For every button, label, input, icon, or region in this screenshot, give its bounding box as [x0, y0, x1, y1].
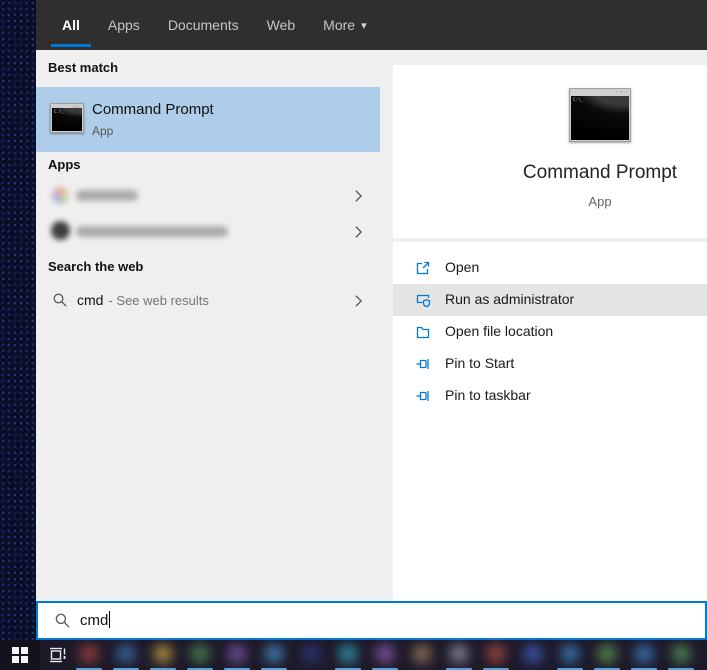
tab-web[interactable]: Web	[253, 0, 310, 50]
action-label: Run as administrator	[445, 291, 574, 307]
desktop-wallpaper	[0, 0, 36, 640]
run-as-admin-shield-icon	[415, 292, 431, 308]
blurred-colorful-app-icon	[52, 187, 69, 204]
taskbar-app-icon-blurred[interactable]	[668, 642, 694, 668]
pin-icon	[415, 388, 431, 404]
best-match-title: Command Prompt	[92, 101, 214, 118]
windows-logo-icon	[12, 647, 28, 663]
taskbar-app-icon-blurred[interactable]	[298, 642, 324, 668]
tab-all[interactable]: All	[48, 0, 94, 50]
web-search-query: cmd	[77, 292, 103, 308]
taskbar-app-icon-blurred[interactable]	[483, 642, 509, 668]
taskbar-app-icon-blurred[interactable]	[372, 642, 398, 668]
tab-label: All	[62, 17, 80, 33]
pin-icon	[415, 356, 431, 372]
redacted-app-label	[76, 190, 138, 201]
result-filter-tabs: All Apps Documents Web More ▾	[36, 0, 707, 50]
action-open[interactable]: Open	[393, 252, 707, 284]
taskbar-app-icon-blurred[interactable]	[261, 642, 287, 668]
best-match-section-label: Best match	[48, 60, 118, 75]
app-actions-card: Open Run as administrator Open file locati…	[393, 242, 707, 601]
action-label: Pin to taskbar	[445, 387, 531, 403]
web-search-hint: - See web results	[108, 293, 208, 308]
results-panel: Best match ▪▪▫ C:\_ Command Prompt App A…	[36, 50, 380, 601]
taskbar-app-icon-blurred[interactable]	[409, 642, 435, 668]
preview-app-title: Command Prompt	[493, 162, 707, 184]
blurred-dark-app-icon	[51, 221, 70, 240]
taskbar-app-icon-blurred[interactable]	[187, 642, 213, 668]
tab-label: Documents	[168, 17, 239, 33]
app-preview-card: ▪ ▪ ▫ C:\_ Command Prompt App	[393, 65, 707, 238]
windows-search-screen: { "accent_color": "#0078d7", "header": {…	[0, 0, 707, 670]
action-open-file-location[interactable]: Open file location	[393, 316, 707, 348]
web-search-result[interactable]: cmd - See web results	[36, 283, 380, 318]
redacted-app-label	[76, 226, 228, 237]
taskbar-app-icon-blurred[interactable]	[594, 642, 620, 668]
tab-label: Web	[267, 17, 296, 33]
chevron-right-icon[interactable]	[354, 189, 363, 203]
action-label: Pin to Start	[445, 355, 514, 371]
app-result-redacted[interactable]	[36, 178, 380, 213]
taskbar-app-icon-blurred[interactable]	[446, 642, 472, 668]
preview-panel: ▪ ▪ ▫ C:\_ Command Prompt App Open Run as…	[380, 50, 707, 601]
preview-app-subtitle: App	[493, 194, 707, 209]
tab-more[interactable]: More ▾	[309, 0, 380, 50]
search-icon	[54, 612, 71, 629]
search-icon	[52, 292, 68, 308]
windows-start-button[interactable]	[0, 640, 40, 670]
search-input[interactable]: cmd	[36, 601, 707, 640]
chevron-down-icon: ▾	[361, 19, 367, 32]
best-match-result[interactable]: ▪▪▫ C:\_ Command Prompt App	[36, 87, 380, 152]
action-run-as-administrator[interactable]: Run as administrator	[393, 284, 707, 316]
apps-section-label: Apps	[48, 157, 81, 172]
taskbar	[0, 640, 707, 670]
best-match-subtitle: App	[92, 124, 113, 138]
search-web-section-label: Search the web	[48, 259, 143, 274]
tab-label: More	[323, 17, 355, 33]
action-label: Open file location	[445, 323, 553, 339]
search-query-text: cmd	[80, 612, 108, 629]
taskbar-app-icon-blurred[interactable]	[150, 642, 176, 668]
taskbar-app-icon-blurred[interactable]	[631, 642, 657, 668]
chevron-right-icon[interactable]	[354, 225, 363, 239]
folder-icon	[415, 324, 431, 340]
action-label: Open	[445, 259, 479, 275]
tab-apps[interactable]: Apps	[94, 0, 154, 50]
open-icon	[415, 260, 431, 276]
taskbar-app-icon-blurred[interactable]	[335, 642, 361, 668]
taskbar-app-icon-blurred[interactable]	[224, 642, 250, 668]
taskbar-app-icon-blurred[interactable]	[76, 642, 102, 668]
command-prompt-icon: ▪▪▫ C:\_	[50, 103, 84, 133]
task-view-icon	[48, 646, 68, 664]
app-result-redacted[interactable]	[36, 214, 380, 249]
taskbar-app-icon-blurred[interactable]	[557, 642, 583, 668]
active-tab-indicator	[51, 44, 91, 47]
action-pin-to-start[interactable]: Pin to Start	[393, 348, 707, 380]
tab-documents[interactable]: Documents	[154, 0, 253, 50]
text-caret	[109, 611, 110, 628]
chevron-right-icon[interactable]	[354, 294, 363, 308]
taskbar-app-icon-blurred[interactable]	[113, 642, 139, 668]
taskbar-app-icon-blurred[interactable]	[520, 642, 546, 668]
search-header: All Apps Documents Web More ▾	[36, 0, 707, 50]
command-prompt-icon-large: ▪ ▪ ▫ C:\_	[569, 88, 631, 142]
tab-label: Apps	[108, 17, 140, 33]
action-pin-to-taskbar[interactable]: Pin to taskbar	[393, 380, 707, 412]
task-view-button[interactable]	[40, 640, 76, 670]
